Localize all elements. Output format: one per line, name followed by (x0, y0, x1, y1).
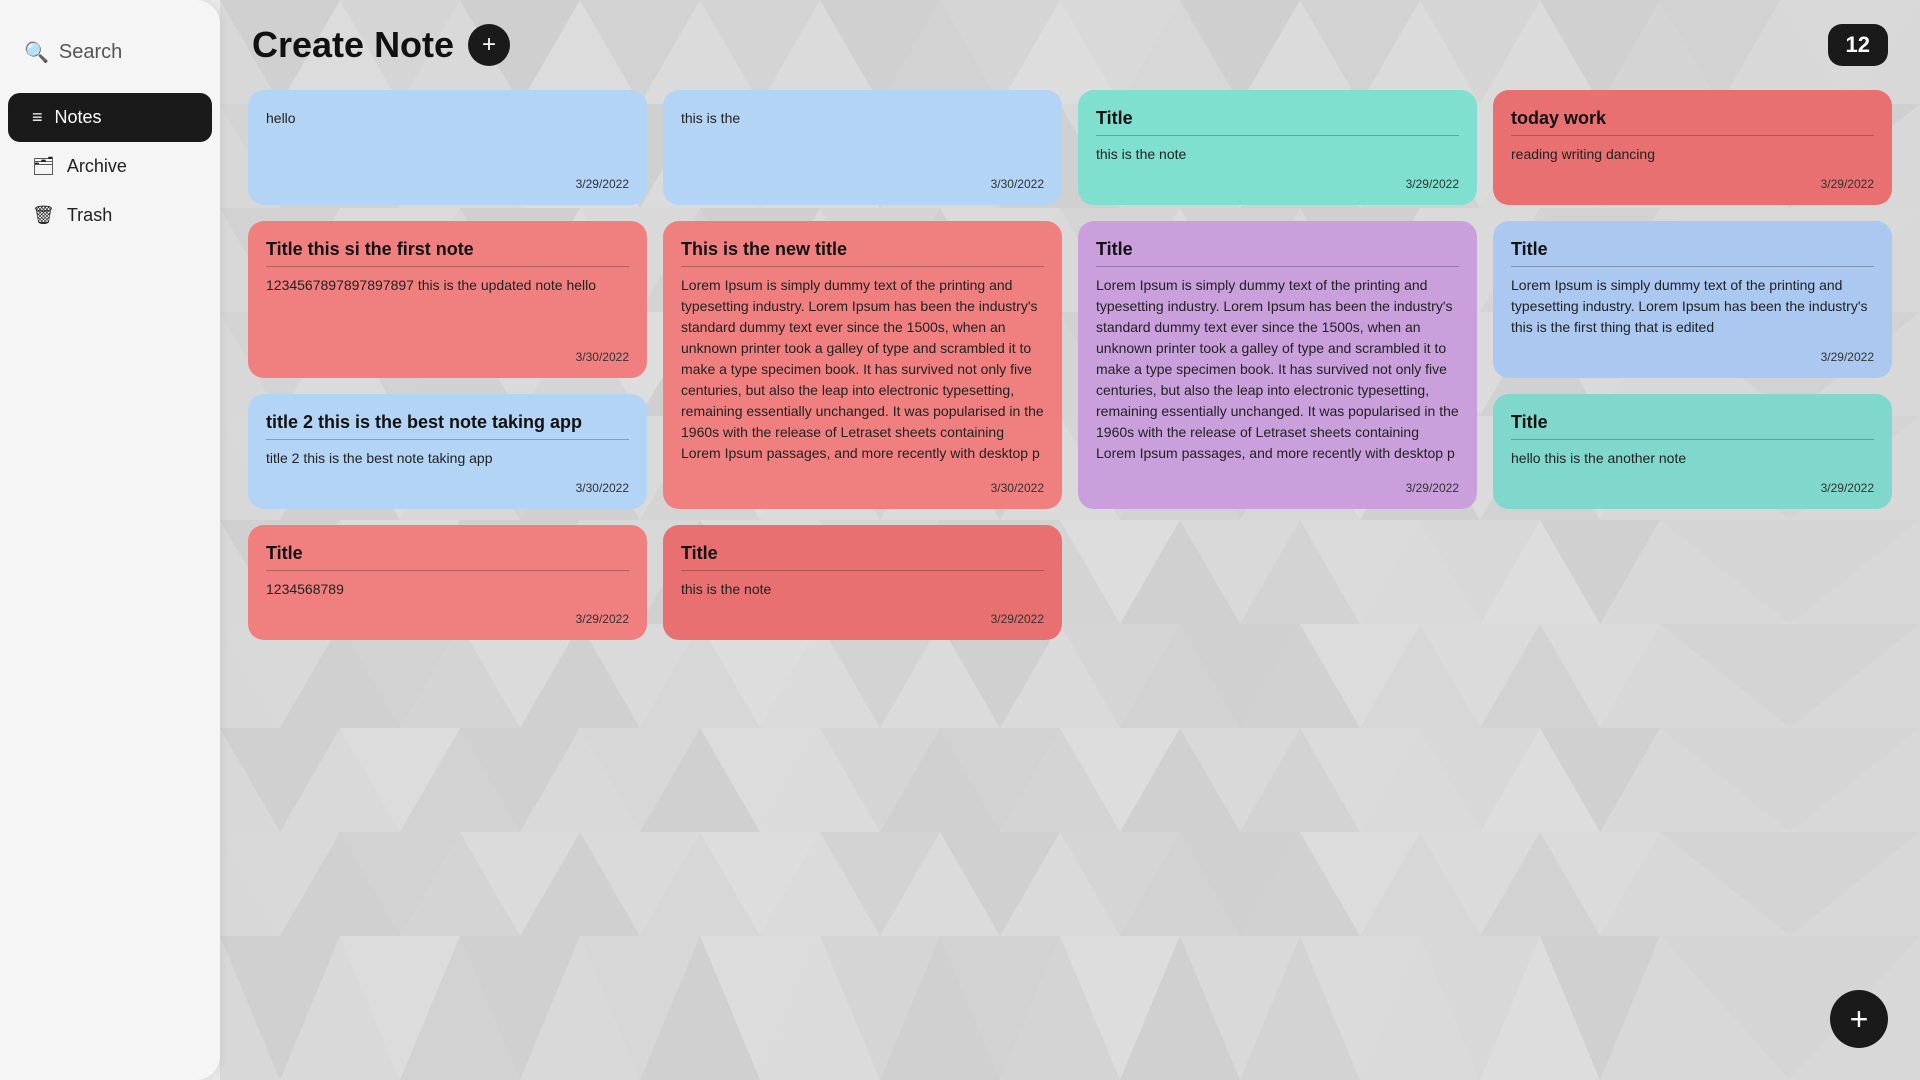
note-title-11: Title (266, 543, 629, 571)
note-date-8: 3/29/2022 (1511, 350, 1874, 364)
note-title-12: Title (681, 543, 1044, 571)
note-card-3[interactable]: Title this is the note 3/29/2022 (1078, 90, 1477, 205)
note-date-7: 3/29/2022 (1096, 481, 1459, 495)
sidebar-item-trash[interactable]: 🗑 Trash (8, 191, 212, 240)
header-title: Create Note + (252, 24, 510, 66)
note-body-10: hello this is the another note (1511, 448, 1874, 469)
sidebar-item-label-notes: Notes (55, 107, 102, 128)
floating-add-button[interactable]: + (1830, 990, 1888, 1048)
note-date-5: 3/30/2022 (266, 350, 629, 364)
note-date-11: 3/29/2022 (266, 612, 629, 626)
note-title-8: Title (1511, 239, 1874, 267)
search-button[interactable]: 🔍 Search (0, 24, 220, 89)
note-date-4: 3/29/2022 (1511, 177, 1874, 191)
sidebar-nav: ≡ Notes 🗂 Archive 🗑 Trash (0, 93, 220, 240)
note-body-4: reading writing dancing (1511, 144, 1874, 165)
sidebar: 🔍 Search ≡ Notes 🗂 Archive 🗑 Trash (0, 0, 220, 1080)
note-date-12: 3/29/2022 (681, 612, 1044, 626)
note-card-6[interactable]: This is the new title Lorem Ipsum is sim… (663, 221, 1062, 509)
note-date-2: 3/30/2022 (681, 177, 1044, 191)
note-card-5[interactable]: Title this si the first note 12345678978… (248, 221, 647, 378)
note-body-12: this is the note (681, 579, 1044, 600)
note-title-3: Title (1096, 108, 1459, 136)
note-title-10: Title (1511, 412, 1874, 440)
note-title-6: This is the new title (681, 239, 1044, 267)
note-body-2: this is the (681, 108, 1044, 165)
note-card-2[interactable]: this is the 3/30/2022 (663, 90, 1062, 205)
note-card-8[interactable]: Title Lorem Ipsum is simply dummy text o… (1493, 221, 1892, 378)
archive-icon: 🗂 (32, 156, 55, 177)
note-title-4: today work (1511, 108, 1874, 136)
note-body-3: this is the note (1096, 144, 1459, 165)
note-card-11[interactable]: Title 1234568789 3/29/2022 (248, 525, 647, 640)
sidebar-item-notes[interactable]: ≡ Notes (8, 93, 212, 142)
main-area: // Generate triangles inline - using pol… (220, 0, 1920, 1080)
note-date-1: 3/29/2022 (266, 177, 629, 191)
note-date-3: 3/29/2022 (1096, 177, 1459, 191)
note-card-4[interactable]: today work reading writing dancing 3/29/… (1493, 90, 1892, 205)
note-body-11: 1234568789 (266, 579, 629, 600)
note-title-9: title 2 this is the best note taking app (266, 412, 629, 440)
sidebar-item-archive[interactable]: 🗂 Archive (8, 142, 212, 191)
note-card-10[interactable]: Title hello this is the another note 3/2… (1493, 394, 1892, 509)
note-body-9: title 2 this is the best note taking app (266, 448, 629, 469)
create-note-button[interactable]: + (468, 24, 510, 66)
note-body-6: Lorem Ipsum is simply dummy text of the … (681, 275, 1044, 469)
note-title-5: Title this si the first note (266, 239, 629, 267)
note-date-9: 3/30/2022 (266, 481, 629, 495)
note-card-7[interactable]: Title Lorem Ipsum is simply dummy text o… (1078, 221, 1477, 509)
note-body-7: Lorem Ipsum is simply dummy text of the … (1096, 275, 1459, 469)
note-body-1: hello (266, 108, 629, 165)
trash-icon: 🗑 (32, 205, 55, 226)
note-title-7: Title (1096, 239, 1459, 267)
header: Create Note + 12 (220, 0, 1920, 82)
notes-count-badge: 12 (1828, 24, 1888, 66)
note-body-5: 1234567897897897897 this is the updated … (266, 275, 629, 338)
notes-grid: hello 3/29/2022 this is the 3/30/2022 Ti… (220, 82, 1920, 1080)
note-card-1[interactable]: hello 3/29/2022 (248, 90, 647, 205)
note-date-10: 3/29/2022 (1511, 481, 1874, 495)
search-label: Search (59, 41, 122, 64)
sidebar-item-label-trash: Trash (67, 205, 112, 226)
note-body-8: Lorem Ipsum is simply dummy text of the … (1511, 275, 1874, 338)
sidebar-item-label-archive: Archive (67, 156, 127, 177)
create-note-title: Create Note (252, 24, 454, 66)
note-date-6: 3/30/2022 (681, 481, 1044, 495)
notes-icon: ≡ (32, 107, 43, 128)
note-card-9[interactable]: title 2 this is the best note taking app… (248, 394, 647, 509)
search-icon: 🔍 (24, 40, 49, 65)
note-card-12[interactable]: Title this is the note 3/29/2022 (663, 525, 1062, 640)
